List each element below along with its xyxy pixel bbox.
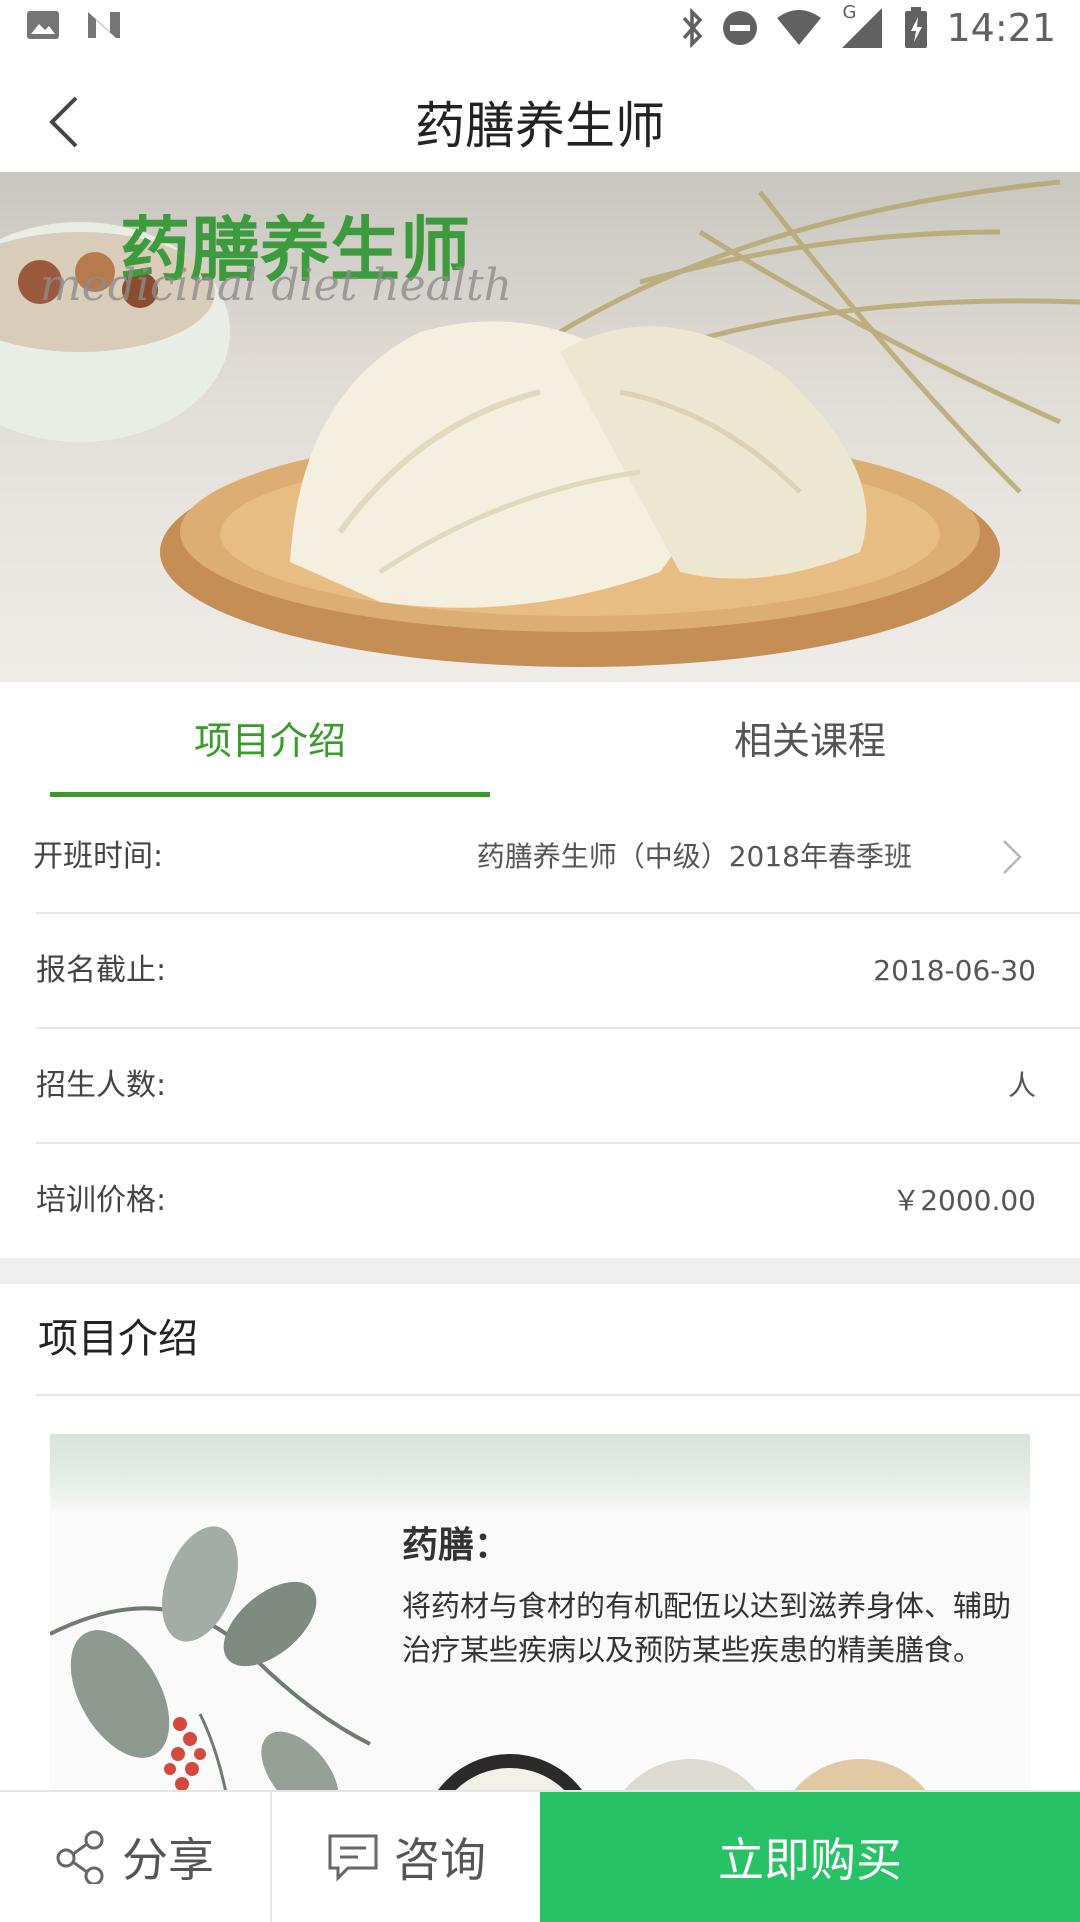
intro-description: 将药材与食材的有机配伍以达到滋养身体、辅助治疗某些疾病以及预防某些疾患的精美膳食… bbox=[402, 1589, 1012, 1667]
deadline-value: 2018-06-30 bbox=[873, 954, 1036, 987]
herb-illustration bbox=[50, 1526, 371, 1814]
hero-logo-subtext: medicinal diet health bbox=[40, 260, 512, 311]
consult-label: 咨询 bbox=[394, 1833, 486, 1887]
do-not-disturb-icon bbox=[723, 11, 758, 45]
chat-icon bbox=[328, 1834, 378, 1882]
bottom-action-bar: 分享 咨询 立即购买 bbox=[0, 1790, 1080, 1922]
wifi-icon bbox=[777, 10, 822, 45]
enrollment-count-row: 招生人数: 人 bbox=[0, 1029, 1080, 1143]
project-intro-image: 药膳： 将药材与食材的有机配伍以达到滋养身体、辅助治疗某些疾病以及预防某些疾患的… bbox=[50, 1434, 1030, 1814]
bluetooth-icon bbox=[683, 8, 703, 48]
image-notification-icon bbox=[27, 11, 59, 39]
class-start-label: 开班时间: bbox=[33, 839, 164, 874]
section-separator bbox=[0, 1258, 1080, 1284]
intro-heading: 药膳： bbox=[402, 1525, 511, 1566]
battery-charging-icon bbox=[905, 7, 928, 48]
n-notification-icon bbox=[88, 12, 120, 38]
buy-now-button[interactable]: 立即购买 bbox=[540, 1792, 1080, 1922]
share-button[interactable]: 分享 bbox=[0, 1792, 268, 1922]
section-title: 项目介绍 bbox=[38, 1316, 198, 1362]
status-bar: G 14:21 bbox=[0, 0, 1080, 64]
price-value: ￥2000.00 bbox=[892, 1184, 1036, 1217]
registration-deadline-row: 报名截止: 2018-06-30 bbox=[0, 914, 1080, 1028]
price-label: 培训价格: bbox=[36, 1183, 167, 1218]
training-price-row: 培训价格: ￥2000.00 bbox=[0, 1144, 1080, 1258]
share-icon bbox=[56, 1830, 104, 1884]
class-start-row[interactable]: 开班时间: 药膳养生师（中级）2018年春季班 bbox=[0, 800, 1080, 914]
hero-banner: 药膳养生师 medicinal diet health bbox=[0, 172, 1080, 682]
tab-bar: 项目介绍 相关课程 bbox=[0, 682, 1080, 800]
share-label: 分享 bbox=[122, 1833, 214, 1887]
enrollment-value: 人 bbox=[1007, 1069, 1036, 1102]
tab-related-courses[interactable]: 相关课程 bbox=[540, 682, 1080, 800]
page-title: 药膳养生师 bbox=[415, 97, 665, 155]
class-start-value: 药膳养生师（中级）2018年春季班 bbox=[476, 840, 912, 873]
tab-project-intro[interactable]: 项目介绍 bbox=[0, 682, 540, 800]
chevron-right-icon bbox=[1003, 840, 1022, 874]
consult-button[interactable]: 咨询 bbox=[270, 1792, 540, 1922]
active-tab-indicator bbox=[50, 792, 490, 797]
deadline-label: 报名截止: bbox=[36, 953, 167, 988]
app-header: 药膳养生师 bbox=[0, 64, 1080, 172]
network-type-label: G bbox=[842, 2, 857, 23]
section-divider bbox=[36, 1394, 1080, 1396]
clock: 14:21 bbox=[946, 6, 1056, 50]
enrollment-label: 招生人数: bbox=[36, 1068, 167, 1103]
intro-image-header-band bbox=[50, 1434, 1030, 1514]
